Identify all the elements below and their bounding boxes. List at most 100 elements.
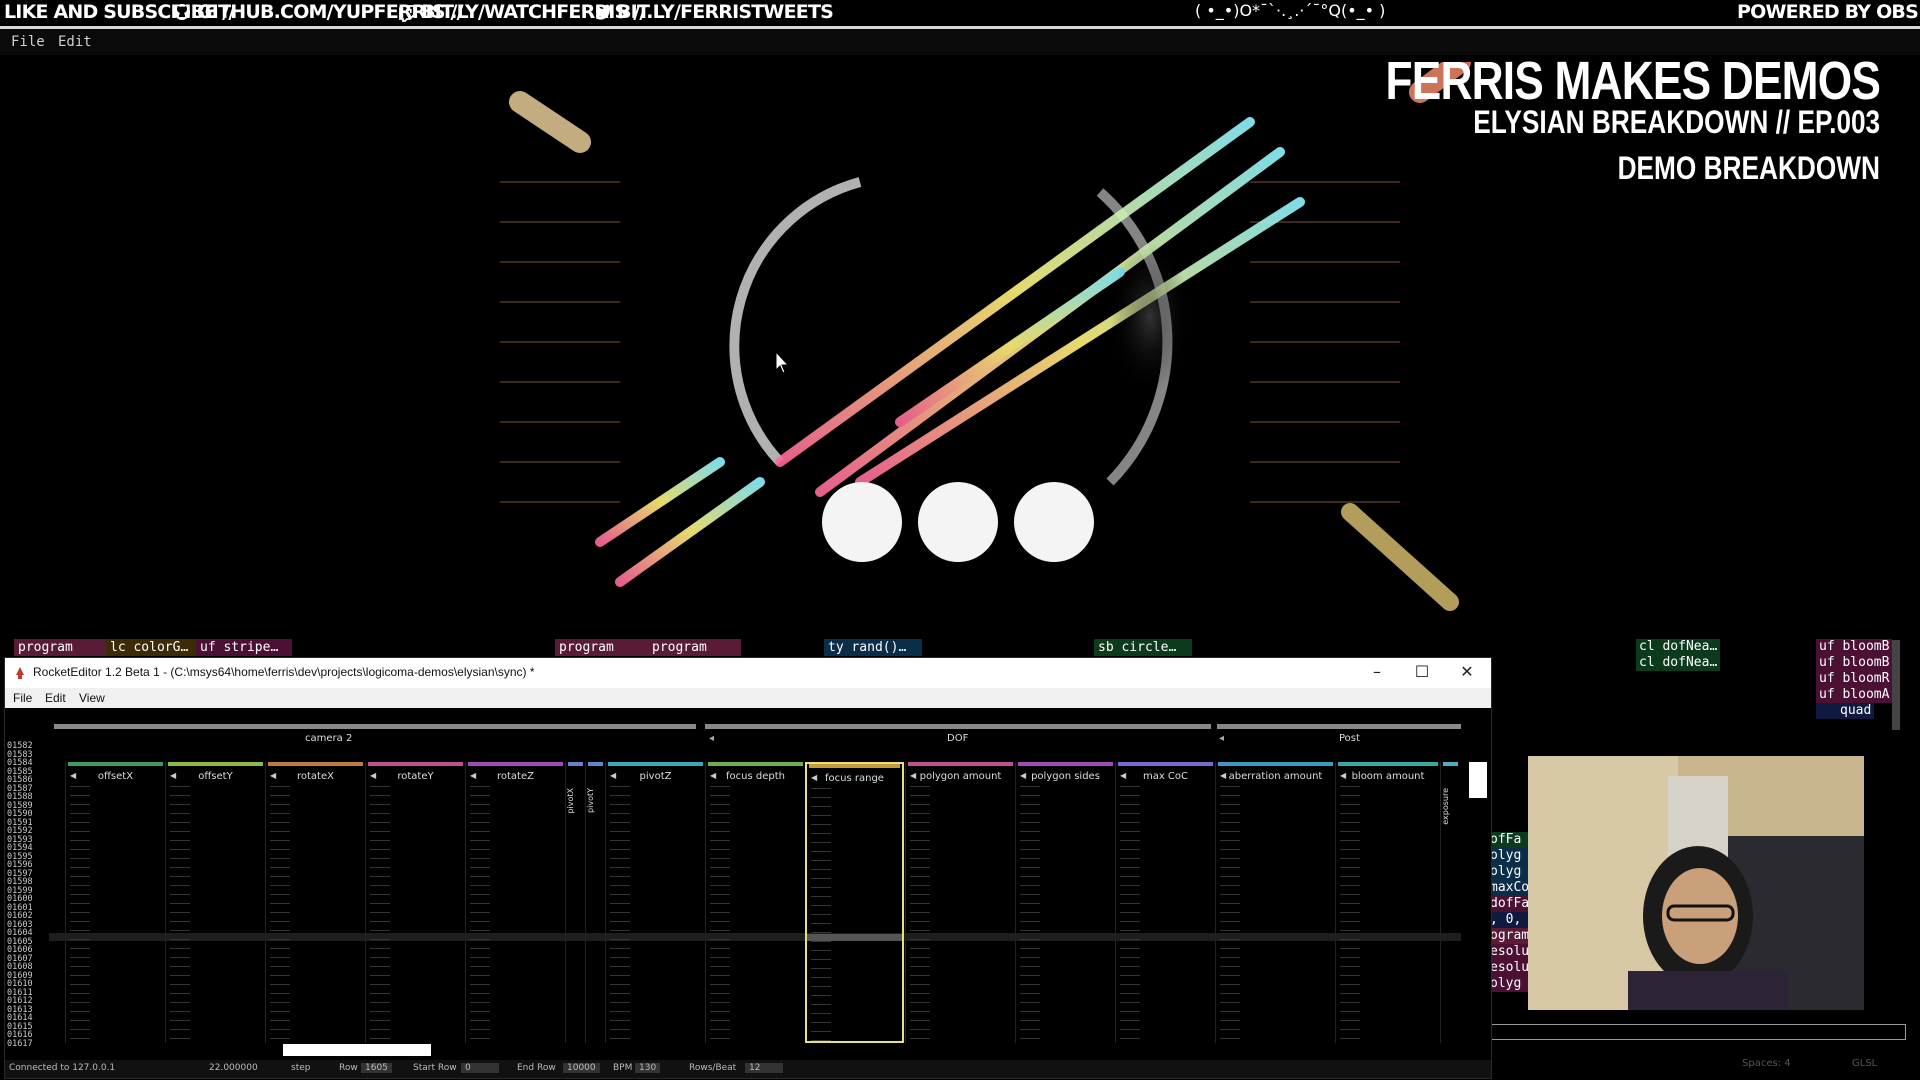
track-pivotx[interactable]: pivotX	[565, 762, 585, 1043]
track-pivoty[interactable]: pivotY	[585, 762, 605, 1043]
track-rows[interactable]	[370, 786, 390, 1043]
shader-tag[interactable]: uf bloomB	[1816, 655, 1893, 671]
twitch-icon	[398, 4, 416, 26]
track-rotatey[interactable]: ◀ rotateY	[365, 762, 465, 1043]
track-aberration-amount[interactable]: ◀ aberration amount	[1215, 762, 1335, 1043]
shader-tag[interactable]: uf bloomB	[1816, 639, 1893, 655]
track-bloom-amount[interactable]: ◀ bloom amount	[1335, 762, 1440, 1043]
rocket-menu-edit[interactable]: Edit	[45, 691, 66, 705]
track-exposure[interactable]: exposure	[1440, 762, 1460, 1043]
menu-edit[interactable]: Edit	[58, 34, 92, 50]
track-rows[interactable]	[470, 786, 490, 1043]
horizontal-scrollbar-thumb[interactable]	[283, 1044, 431, 1056]
track-color-bar	[1218, 762, 1333, 766]
shader-tag[interactable]: quad	[1816, 703, 1875, 719]
track-rows[interactable]	[1340, 786, 1360, 1043]
shader-tag[interactable]: cl dofNea…	[1636, 655, 1721, 671]
status-value: 22.000000	[209, 1063, 258, 1073]
shader-tag[interactable]: sb circle…	[1094, 639, 1192, 656]
track-label: aberration amount	[1228, 771, 1323, 782]
group-label-camera[interactable]: camera 2	[305, 733, 352, 744]
track-rows[interactable]	[1220, 786, 1240, 1043]
track-color-bar	[588, 762, 603, 766]
track-rows[interactable]	[710, 786, 730, 1043]
code-line: esolu	[1490, 960, 1530, 976]
shader-tag[interactable]: uf stripe…	[196, 639, 292, 656]
track-rows[interactable]	[811, 788, 831, 1041]
code-input[interactable]	[1490, 1024, 1906, 1040]
track-color-bar	[1018, 762, 1113, 766]
status-rows-per-beat[interactable]: 12	[745, 1063, 783, 1073]
track-label: offsetY	[198, 771, 233, 782]
code-line: , 0,	[1490, 912, 1530, 928]
track-offsetx[interactable]: ◀ offsetX	[65, 762, 165, 1043]
shader-tag[interactable]: program	[14, 639, 112, 656]
track-rotatex[interactable]: ◀ rotateX	[265, 762, 365, 1043]
close-button[interactable]: ✕	[1452, 662, 1482, 681]
track-label: bloom amount	[1351, 771, 1425, 782]
track-rows[interactable]	[70, 786, 90, 1043]
rocket-titlebar[interactable]: RocketEditor 1.2 Beta 1 - (C:\msys64\hom…	[5, 658, 1491, 688]
code-scrollbar[interactable]	[1892, 640, 1900, 730]
track-color-bar	[468, 762, 563, 766]
menu-file[interactable]: File	[11, 34, 45, 50]
track-focus-range[interactable]: ◀ focus range	[805, 762, 904, 1043]
code-line: ogram	[1490, 928, 1530, 944]
editor-spaces: Spaces: 4	[1742, 1058, 1791, 1069]
vertical-scrollbar[interactable]	[1469, 762, 1487, 1043]
status-start-row[interactable]: 0	[461, 1063, 499, 1073]
shader-tag[interactable]: uf bloomA	[1816, 687, 1893, 703]
minimize-button[interactable]: –	[1362, 662, 1392, 681]
status-end-row[interactable]: 10000	[563, 1063, 600, 1073]
rocket-menubar: File Edit View	[5, 688, 1491, 708]
overlay-section: DEMO BREAKDOWN	[1617, 150, 1880, 186]
track-label: pivotZ	[639, 771, 672, 782]
track-offsety[interactable]: ◀ offsetY	[165, 762, 265, 1043]
track-max-coc[interactable]: ◀ max CoC	[1115, 762, 1215, 1043]
track-rows[interactable]	[270, 786, 290, 1043]
track-rows[interactable]	[170, 786, 190, 1043]
track-label: pivotX	[566, 788, 575, 814]
rocket-editor-window: RocketEditor 1.2 Beta 1 - (C:\msys64\hom…	[4, 657, 1492, 1079]
shader-tag[interactable]: program	[648, 639, 741, 656]
maximize-button[interactable]: ☐	[1407, 662, 1437, 681]
twitter-icon	[595, 4, 614, 24]
shader-tag[interactable]: uf bloomR	[1816, 671, 1893, 687]
chevron-left-icon[interactable]: ◂	[1219, 733, 1224, 744]
group-label-post[interactable]: Post	[1339, 733, 1360, 744]
track-pivotz[interactable]: ◀ pivotZ	[605, 762, 705, 1043]
track-color-bar	[1118, 762, 1213, 766]
webcam-feed	[1528, 756, 1864, 1010]
track-rows[interactable]	[1120, 786, 1140, 1043]
track-rows[interactable]	[1020, 786, 1040, 1043]
track-focus-depth[interactable]: ◀ focus depth	[705, 762, 805, 1043]
track-label: rotateY	[397, 771, 434, 782]
status-row[interactable]: 1605	[361, 1063, 392, 1073]
track-rotatez[interactable]: ◀ rotateZ	[465, 762, 565, 1043]
code-line: olyg	[1490, 976, 1530, 992]
shader-tag[interactable]: cl dofNea…	[1636, 639, 1721, 655]
track-color-bar	[368, 762, 463, 766]
group-bar-camera	[54, 724, 696, 729]
rocket-menu-view[interactable]: View	[79, 691, 105, 705]
code-line: olyg	[1490, 864, 1530, 880]
shader-tag[interactable]: lc colorG…	[106, 639, 202, 656]
demo-render-viewport	[0, 62, 1480, 632]
chevron-left-icon[interactable]: ◂	[709, 733, 714, 744]
track-color-bar	[608, 762, 703, 766]
track-polygon-amount[interactable]: ◀ polygon amount	[905, 762, 1015, 1043]
status-bpm[interactable]: 130	[635, 1063, 661, 1073]
shader-tag[interactable]: program	[555, 639, 653, 656]
selected-cell[interactable]	[807, 934, 902, 941]
scrollbar-thumb[interactable]	[1469, 762, 1487, 798]
code-line: ofFa	[1490, 832, 1530, 848]
track-color-bar	[568, 762, 583, 766]
track-rows[interactable]	[610, 786, 630, 1043]
track-label: max CoC	[1142, 771, 1189, 782]
shader-tag[interactable]: ty rand()…	[824, 639, 922, 656]
rocket-menu-file[interactable]: File	[13, 691, 32, 705]
track-polygon-sides[interactable]: ◀ polygon sides	[1015, 762, 1115, 1043]
group-label-dof[interactable]: DOF	[947, 733, 968, 744]
track-rows[interactable]	[910, 786, 930, 1043]
banner-twitter-text: BIT.LY/FERRISTWEETS	[617, 1, 834, 23]
